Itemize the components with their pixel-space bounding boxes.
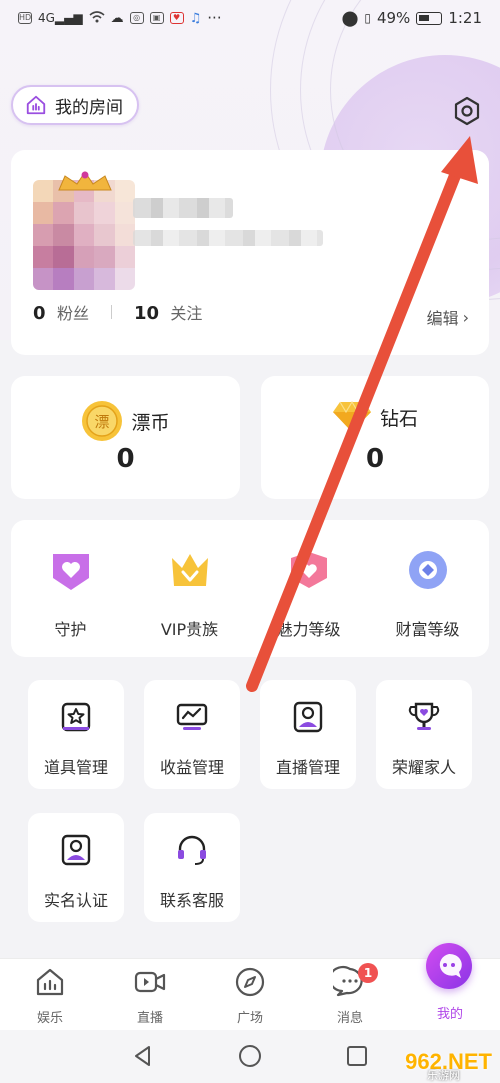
- headset-icon: [178, 835, 206, 865]
- tab-entertainment-label: 娱乐: [36, 1011, 63, 1026]
- chart-bars-icon: [36, 968, 64, 996]
- follow-stat[interactable]: 10 关注: [134, 300, 202, 324]
- recents-icon[interactable]: [345, 1044, 369, 1068]
- username-blurred: [133, 198, 233, 218]
- tab-square[interactable]: 广场: [200, 965, 300, 1026]
- props-management-label: 道具管理: [43, 758, 108, 777]
- chevron-right-icon: ›: [462, 307, 469, 327]
- tab-mine-label: 我的: [436, 1007, 463, 1022]
- fans-count: 0: [33, 303, 46, 324]
- battery-icon: [416, 11, 443, 25]
- location-icon: ⬤: [341, 9, 359, 27]
- guard-label: 守护: [54, 620, 87, 639]
- diamond-icon: [332, 400, 371, 432]
- status-left: HD 4G▂▄▆ ☁ ◎ ▣ ♥ ♫ ···: [18, 9, 222, 27]
- stats-divider: [110, 305, 112, 319]
- app-icon: ◎: [129, 12, 144, 24]
- gear-icon[interactable]: [452, 96, 482, 126]
- charm-label: 魅力等级: [276, 620, 341, 639]
- vip-label: VIP贵族: [160, 620, 219, 639]
- coin-card[interactable]: 漂 漂币 0: [11, 376, 240, 499]
- battery-percent: 49%: [376, 9, 411, 27]
- real-name-verification-label: 实名认证: [43, 891, 108, 910]
- charm-heart-icon: [290, 552, 327, 588]
- tab-messages-label: 消息: [336, 1011, 363, 1026]
- cloud-icon: ☁: [110, 10, 124, 26]
- crown-icon: [171, 554, 208, 586]
- charm-item[interactable]: 魅力等级: [249, 548, 368, 640]
- contact-support-label: 联系客服: [159, 891, 224, 910]
- honor-family-button[interactable]: 荣耀家人: [376, 680, 472, 789]
- status-bar: HD 4G▂▄▆ ☁ ◎ ▣ ♥ ♫ ··· ⬤ ▯ 49% 1:21: [0, 0, 500, 36]
- id-card-icon: [61, 834, 91, 866]
- earnings-management-button[interactable]: 收益管理: [144, 680, 240, 789]
- bottom-nav: 娱乐 直播 广场 1 消息 我的: [0, 943, 500, 1030]
- wealth-label: 财富等级: [395, 620, 460, 639]
- wifi-icon: [89, 9, 105, 27]
- profile-bubble-icon: [426, 943, 472, 989]
- live-management-label: 直播管理: [275, 758, 340, 777]
- wealth-coin-icon: [408, 551, 447, 589]
- tab-live[interactable]: 直播: [100, 965, 200, 1026]
- earnings-management-label: 收益管理: [159, 758, 224, 777]
- diamond-header: 钻石: [261, 400, 489, 434]
- music-icon: ♫: [189, 10, 202, 26]
- shield-heart-icon: [52, 554, 89, 590]
- portrait-icon: [293, 701, 323, 733]
- follow-count: 10: [133, 303, 160, 324]
- watermark-sub: 乐游网: [427, 1069, 460, 1082]
- compass-icon: [235, 967, 265, 997]
- props-management-button[interactable]: 道具管理: [28, 680, 124, 789]
- tab-mine[interactable]: 我的: [400, 943, 500, 1022]
- coin-icon: 漂: [82, 401, 123, 441]
- home-icon[interactable]: [238, 1044, 262, 1068]
- messages-badge: 1: [358, 963, 378, 983]
- home-bars-icon: [26, 95, 46, 115]
- contact-support-button[interactable]: 联系客服: [144, 813, 240, 922]
- my-room-button[interactable]: 我的房间: [11, 85, 139, 125]
- trophy-icon: [408, 702, 440, 730]
- my-room-label: 我的房间: [55, 97, 123, 118]
- clock: 1:21: [448, 9, 482, 27]
- tab-live-label: 直播: [136, 1011, 163, 1026]
- avatar-crown-icon: [58, 171, 112, 191]
- fans-stat[interactable]: 0 粉丝: [33, 300, 89, 324]
- follow-label: 关注: [170, 304, 203, 323]
- star-box-icon: [61, 702, 91, 732]
- coin-value: 0: [116, 444, 135, 474]
- vibrate-icon: ▯: [364, 11, 371, 25]
- follow-stats: 0 粉丝 10 关注: [33, 300, 202, 324]
- back-icon[interactable]: [131, 1044, 155, 1068]
- more-icon: ···: [207, 9, 222, 27]
- vip-item[interactable]: VIP贵族: [130, 548, 249, 640]
- app-icon: ♥: [169, 12, 184, 24]
- guard-item[interactable]: 守护: [11, 548, 130, 640]
- levels-card: 守护 VIP贵族 魅力等级 财富等级: [11, 520, 489, 657]
- signal-icon: 4G▂▄▆: [38, 11, 83, 25]
- profile-card: 0 粉丝 10 关注 编辑 ›: [11, 150, 489, 355]
- status-right: ⬤ ▯ 49% 1:21: [342, 9, 482, 27]
- tab-entertainment[interactable]: 娱乐: [0, 965, 100, 1026]
- wealth-item[interactable]: 财富等级: [368, 548, 487, 640]
- diamond-label: 钻石: [379, 407, 418, 430]
- svg-text:漂: 漂: [95, 413, 110, 431]
- diamond-value: 0: [365, 444, 385, 474]
- tab-messages[interactable]: 1 消息: [300, 963, 400, 1026]
- hd-icon: HD: [18, 12, 32, 24]
- honor-family-label: 荣耀家人: [391, 758, 456, 777]
- diamond-card[interactable]: 钻石 0: [261, 376, 489, 499]
- edit-profile-link[interactable]: 编辑 ›: [427, 305, 469, 329]
- edit-label: 编辑: [426, 309, 459, 328]
- avatar[interactable]: [33, 180, 135, 290]
- app-icon: ▣: [149, 12, 164, 24]
- real-name-verification-button[interactable]: 实名认证: [28, 813, 124, 922]
- video-icon: [134, 971, 166, 993]
- user-id-blurred: [133, 230, 323, 246]
- monitor-chart-icon: [176, 703, 208, 730]
- coin-header: 漂 漂币: [11, 400, 240, 442]
- tab-square-label: 广场: [236, 1011, 263, 1026]
- fans-label: 粉丝: [56, 304, 89, 323]
- coin-label: 漂币: [131, 411, 170, 434]
- live-management-button[interactable]: 直播管理: [260, 680, 356, 789]
